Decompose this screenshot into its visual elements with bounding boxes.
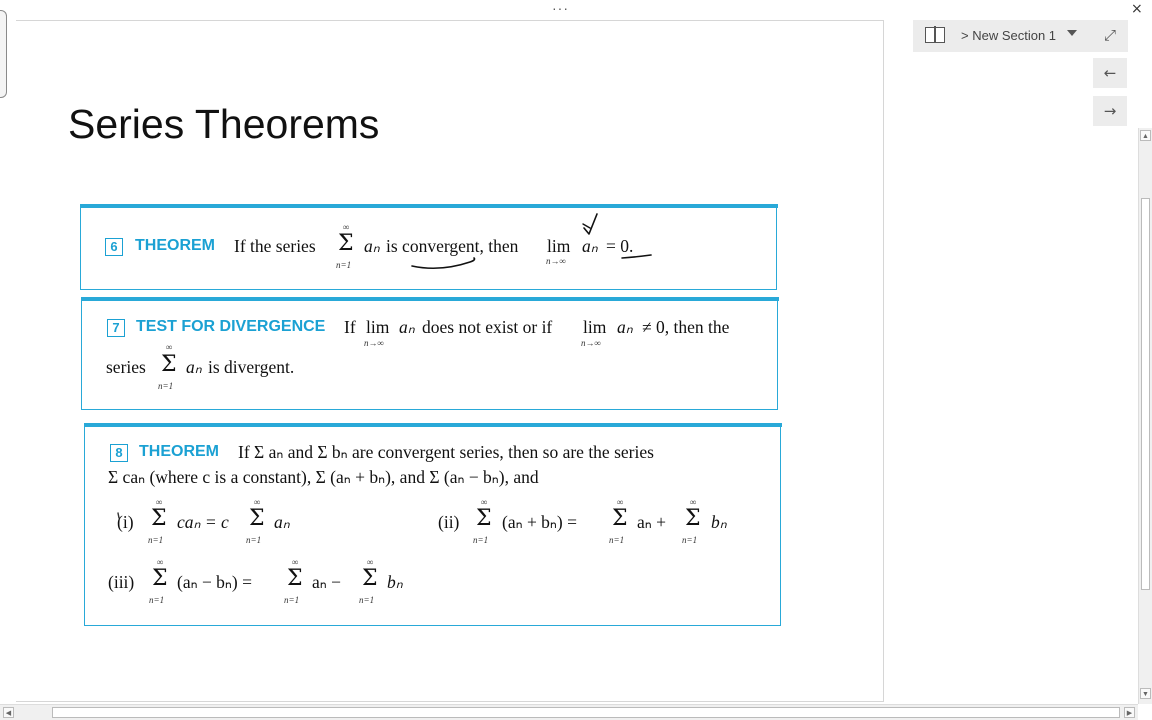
sigma-symbol: Σ — [612, 506, 628, 531]
sum-lower-limit: n=1 — [609, 535, 625, 545]
property-i-left: caₙ = c — [177, 512, 229, 532]
property-ii-left: (aₙ + bₙ) = — [502, 512, 577, 532]
theorem-7-text: If — [344, 317, 356, 337]
sum-lower-limit: n=1 — [148, 535, 164, 545]
scroll-up-icon[interactable]: ▲ — [1140, 130, 1151, 141]
sum-lower-limit: n=1 — [682, 535, 698, 545]
back-button[interactable]: ← — [1093, 58, 1127, 88]
notebook-icon — [925, 26, 945, 43]
theorem-6-number: 6 — [105, 238, 123, 256]
theorem-7-text: is divergent. — [208, 357, 295, 377]
theorem-7-an: aₙ — [617, 317, 633, 338]
an-symbol: aₙ — [364, 236, 380, 256]
vertical-scroll-thumb[interactable] — [1141, 198, 1150, 590]
vertical-scrollbar[interactable]: ▲ ▼ — [1138, 128, 1152, 704]
sum-lower-limit: n=1 — [284, 595, 300, 605]
expand-icon: ⤢ — [1103, 26, 1116, 44]
sigma-symbol: Σ — [362, 566, 378, 591]
theorem-7-heading: TEST FOR DIVERGENCE — [136, 318, 326, 335]
sigma-symbol: Σ — [152, 566, 168, 591]
property-iii-right: bₙ — [387, 572, 403, 592]
sigma-symbol: Σ — [151, 506, 167, 531]
theorem-7-an: aₙ — [399, 317, 415, 338]
overflow-dots-icon[interactable]: ··· — [552, 0, 569, 16]
an-symbol: aₙ — [399, 317, 415, 337]
sum-lower-limit: n=1 — [336, 260, 352, 270]
lim-operator: lim — [583, 317, 607, 337]
scroll-left-icon[interactable]: ◀ — [3, 707, 14, 718]
sum-upper-limit: ∞ — [166, 342, 173, 352]
expand-button[interactable]: ⤢ — [1093, 20, 1127, 50]
sigma-symbol: Σ — [249, 506, 265, 531]
left-edge-handle[interactable] — [0, 10, 7, 98]
an-symbol: aₙ — [617, 317, 633, 337]
sigma-symbol: Σ — [338, 231, 354, 256]
sigma-symbol: Σ — [685, 506, 701, 531]
property-ii-right: bₙ — [711, 512, 727, 532]
theorem-7-an: aₙ — [186, 357, 202, 378]
horizontal-scrollbar[interactable]: ◀ ▶ — [0, 704, 1138, 720]
sigma-symbol: Σ — [287, 566, 303, 591]
property-i-right: aₙ — [274, 512, 290, 532]
sum-lower-limit: n=1 — [158, 381, 174, 391]
theorem-7-text: does not exist or if — [422, 317, 553, 337]
sigma-symbol: Σ — [161, 352, 177, 377]
theorem-8-line-2: Σ caₙ (where c is a constant), Σ (aₙ + b… — [108, 467, 539, 487]
sigma-symbol: Σ — [476, 506, 492, 531]
lim-subscript: n→∞ — [364, 338, 384, 348]
property-iii-label: (iii) — [108, 572, 135, 592]
lim-subscript: n→∞ — [546, 256, 566, 266]
theorem-6-text: If the series — [234, 236, 316, 256]
theorem-6-an: aₙ — [582, 236, 598, 257]
an-symbol: aₙ — [582, 236, 598, 256]
arrow-left-icon: ← — [1103, 64, 1117, 82]
theorem-8-number: 8 — [110, 444, 128, 462]
theorem-6-text: is convergent, then — [386, 236, 519, 256]
property-iii-left: (aₙ − bₙ) = — [177, 572, 252, 592]
forward-button[interactable]: → — [1093, 96, 1127, 126]
page-title: Series Theorems — [68, 101, 380, 147]
lim-operator: lim — [366, 317, 390, 337]
scroll-right-icon[interactable]: ▶ — [1124, 707, 1135, 718]
scroll-down-icon[interactable]: ▼ — [1140, 688, 1151, 699]
sum-lower-limit: n=1 — [149, 595, 165, 605]
theorem-6-heading: THEOREM — [135, 237, 215, 254]
lim-subscript: n→∞ — [581, 338, 601, 348]
chevron-down-icon[interactable] — [1067, 30, 1077, 36]
section-label: > New Section 1 — [961, 28, 1057, 43]
property-ii-label: (ii) — [438, 512, 460, 532]
property-iii-mid: aₙ − — [312, 572, 341, 592]
theorem-7-text: series — [106, 357, 146, 377]
theorem-6-an: aₙ — [364, 236, 380, 257]
horizontal-scroll-thumb[interactable] — [52, 707, 1120, 718]
sum-lower-limit: n=1 — [246, 535, 262, 545]
sum-lower-limit: n=1 — [473, 535, 489, 545]
theorem-8-heading: THEOREM — [139, 443, 219, 460]
property-i-label: (i) — [117, 512, 134, 532]
an-symbol: aₙ — [186, 357, 202, 377]
theorem-7-text: ≠ 0, then the — [642, 317, 730, 337]
lim-operator: lim — [547, 236, 571, 256]
property-ii-mid: aₙ + — [637, 512, 666, 532]
close-icon[interactable]: × — [1131, 1, 1143, 17]
theorem-8-line-1: If Σ aₙ and Σ bₙ are convergent series, … — [238, 442, 654, 462]
sum-lower-limit: n=1 — [359, 595, 375, 605]
theorem-6-text: = 0. — [606, 236, 634, 256]
arrow-right-icon: → — [1103, 102, 1117, 120]
theorem-7-number: 7 — [107, 319, 125, 337]
